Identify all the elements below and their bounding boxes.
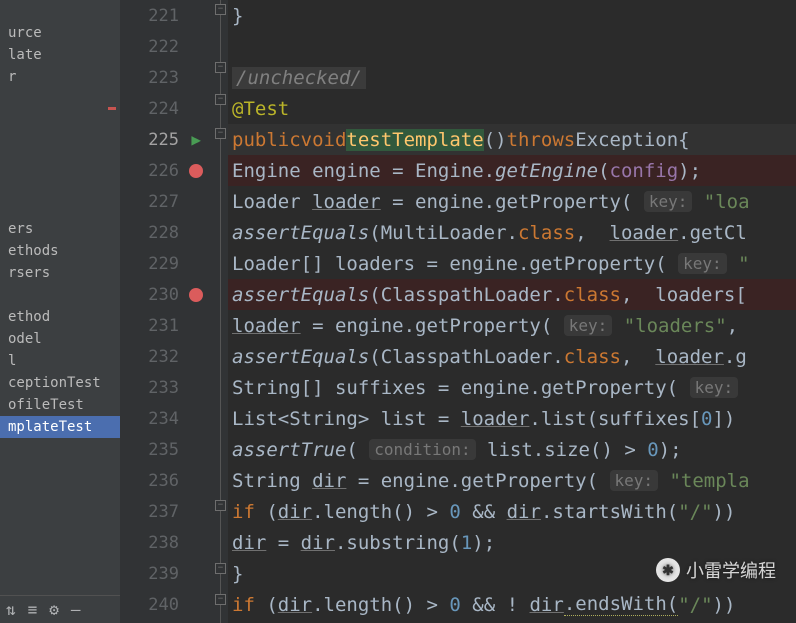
code-line[interactable]: public void testTemplate() throws Except… (228, 124, 796, 155)
code-line[interactable]: assertEquals(ClasspathLoader.class, load… (228, 341, 796, 372)
line-number: 222 (148, 37, 179, 57)
fold-column: − − − − − − − (214, 0, 228, 623)
line-number: 221 (148, 6, 179, 26)
line-number: 227 (148, 192, 179, 212)
line-number: 229 (148, 254, 179, 274)
line-number: 238 (148, 533, 179, 553)
code-line[interactable]: /unchecked/ (228, 62, 796, 93)
line-number: 236 (148, 471, 179, 491)
code-line[interactable]: @Test (228, 93, 796, 124)
collapse-icon[interactable]: — (71, 600, 81, 619)
code-line[interactable]: assertEquals(MultiLoader.class, loader.g… (228, 217, 796, 248)
wechat-icon: ✱ (656, 558, 680, 582)
code-line[interactable]: if (dir.length() > 0 && ! dir.endsWith("… (228, 589, 796, 620)
code-line[interactable]: loader = engine.getProperty( key: "loade… (228, 310, 796, 341)
fold-toggle[interactable]: − (215, 500, 226, 511)
code-line[interactable]: dir = dir.substring(1); (228, 527, 796, 558)
watermark-text: 小雷学编程 (686, 557, 776, 583)
code-line[interactable]: assertEquals(ClasspathLoader.class, load… (228, 279, 796, 310)
line-number: 231 (148, 316, 179, 336)
code-line[interactable] (228, 31, 796, 62)
code-line[interactable]: Loader loader = engine.getProperty( key:… (228, 186, 796, 217)
tree-item[interactable]: ers (0, 218, 120, 240)
fold-toggle[interactable]: − (215, 128, 226, 139)
line-number: 235 (148, 440, 179, 460)
tree-item[interactable]: l (0, 350, 120, 372)
tree-item[interactable]: ofileTest (0, 394, 120, 416)
expand-icon[interactable]: ≡ (28, 600, 38, 619)
filter-icon[interactable]: ⇅ (6, 600, 16, 619)
code-line[interactable]: if (dir.length() > 0 && dir.startsWith("… (228, 496, 796, 527)
tree-item[interactable]: odel (0, 328, 120, 350)
run-test-icon[interactable]: ▶ (191, 130, 201, 149)
line-number: 228 (148, 223, 179, 243)
tree-item[interactable]: ceptionTest (0, 372, 120, 394)
code-line[interactable]: List<String> list = loader.list(suffixes… (228, 403, 796, 434)
tree-item[interactable]: urce (0, 22, 120, 44)
fold-toggle[interactable]: − (215, 94, 226, 105)
code-line[interactable]: Engine engine = Engine.getEngine(config)… (228, 155, 796, 186)
tree-item[interactable]: late (0, 44, 120, 66)
line-number: 234 (148, 409, 179, 429)
breakpoint-icon[interactable] (189, 164, 203, 178)
watermark: ✱ 小雷学编程 (656, 557, 776, 583)
structure-toolbar: ⇅ ≡ ⚙ — (0, 595, 120, 623)
tree-item[interactable]: r (0, 66, 120, 88)
code-line[interactable]: assertTrue( condition: list.size() > 0); (228, 434, 796, 465)
tree-item-selected[interactable]: mplateTest (0, 416, 120, 438)
modified-marker (108, 107, 116, 110)
code-editor[interactable]: } /unchecked/ @Test public void testTemp… (228, 0, 796, 623)
tree-item[interactable]: ethod (0, 306, 120, 328)
line-number: 223 (148, 68, 179, 88)
line-number: 225 (148, 130, 179, 150)
tree-item[interactable]: rsers (0, 262, 120, 284)
editor-gutter[interactable]: 221 222 223 224 225 ▶ 226 227 228 229 230… (120, 0, 220, 623)
code-line[interactable]: Loader[] loaders = engine.getProperty( k… (228, 248, 796, 279)
line-number: 233 (148, 378, 179, 398)
code-line[interactable]: String dir = engine.getProperty( key: "t… (228, 465, 796, 496)
fold-toggle[interactable]: − (215, 563, 226, 574)
line-number: 232 (148, 347, 179, 367)
project-sidebar[interactable]: urce late r ers ethods rsers ethod odel … (0, 0, 120, 623)
code-line[interactable]: String[] suffixes = engine.getProperty( … (228, 372, 796, 403)
line-number: 237 (148, 502, 179, 522)
fold-toggle[interactable]: − (215, 594, 226, 605)
fold-toggle[interactable]: − (215, 62, 226, 73)
settings-icon[interactable]: ⚙ (49, 600, 59, 619)
line-number: 230 (148, 285, 179, 305)
fold-toggle[interactable]: − (215, 4, 226, 15)
line-number: 239 (148, 564, 179, 584)
line-number: 224 (148, 99, 179, 119)
line-number: 226 (148, 161, 179, 181)
code-line[interactable]: } (228, 0, 796, 31)
breakpoint-icon[interactable] (189, 288, 203, 302)
tree-item[interactable]: ethods (0, 240, 120, 262)
line-number: 240 (148, 595, 179, 615)
